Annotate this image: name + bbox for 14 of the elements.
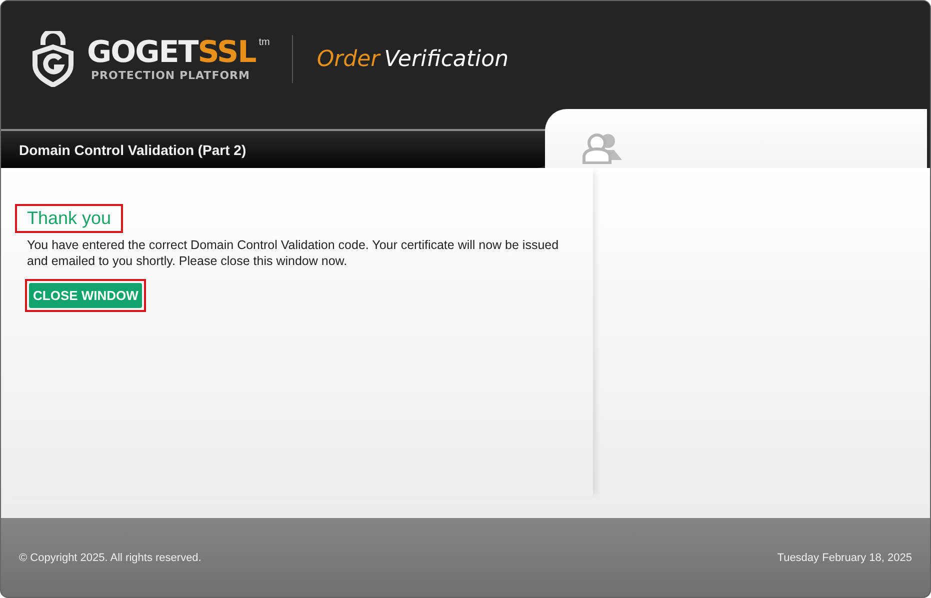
users-icon bbox=[582, 132, 624, 164]
page-title-accent: Order bbox=[316, 46, 380, 72]
close-window-button[interactable]: CLOSE WINDOW bbox=[29, 283, 142, 308]
footer-date: Tuesday February 18, 2025 bbox=[777, 552, 912, 564]
page-title: Verification bbox=[384, 46, 509, 72]
success-message: You have entered the correct Domain Control Validation code. Your certificate will now be issued and emailed to you shortly. Please close this window now. bbox=[27, 237, 560, 269]
section-title: Domain Control Validation (Part 2) bbox=[19, 142, 246, 158]
logo-tagline: PROTECTION PLATFORM bbox=[91, 68, 251, 82]
logo-brand-accent: SSL bbox=[198, 36, 256, 68]
logo-brand: GOGET bbox=[87, 36, 198, 68]
copyright: © Copyright 2025. All rights reserved. bbox=[19, 552, 202, 564]
trademark: tm bbox=[258, 36, 270, 48]
success-heading: Thank you bbox=[15, 204, 124, 233]
shield-logo-icon bbox=[31, 31, 75, 87]
